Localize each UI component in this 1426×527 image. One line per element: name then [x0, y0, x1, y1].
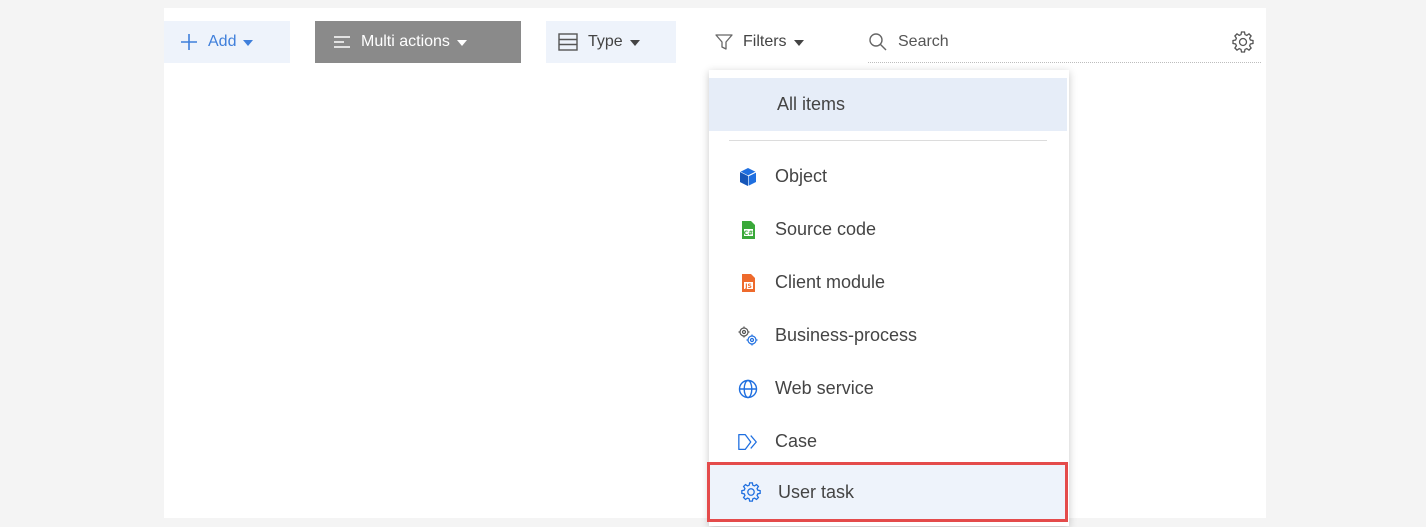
menu-item-label: Source code — [775, 219, 877, 239]
menu-item-label: Case — [775, 431, 818, 451]
multi-actions-button[interactable]: Multi actions — [315, 21, 521, 63]
menu-item-label: User task — [778, 481, 855, 502]
menu-item-case[interactable]: Case — [709, 415, 1067, 468]
search-box[interactable] — [868, 21, 1261, 63]
search-input[interactable] — [898, 32, 1198, 51]
add-button[interactable]: Add — [164, 21, 290, 63]
menu-item-label: Business-process — [775, 325, 918, 345]
settings-gear-icon[interactable] — [1230, 29, 1256, 55]
chevron-down-icon — [243, 40, 254, 46]
menu-item-object[interactable]: Object — [709, 150, 1067, 203]
add-button-label: Add — [208, 33, 237, 50]
cube-icon — [737, 166, 759, 188]
menu-item-source-code[interactable]: C# Source code — [709, 203, 1067, 256]
menu-item-label: Object — [775, 166, 828, 186]
list-icon — [558, 33, 578, 51]
menu-item-web-service[interactable]: Web service — [709, 362, 1067, 415]
funnel-icon — [715, 33, 733, 51]
type-dropdown-menu: All items Object C# Source code JS Clien… — [707, 70, 1069, 526]
type-button[interactable]: Type — [546, 21, 676, 63]
menu-item-label: Client module — [775, 272, 886, 292]
plus-icon — [180, 33, 198, 51]
menu-item-user-task[interactable]: User task — [707, 462, 1068, 522]
filters-button-label: Filters — [743, 33, 787, 50]
chevron-down-icon — [793, 40, 804, 46]
menu-item-all-items[interactable]: All items — [709, 78, 1067, 131]
filters-button[interactable]: Filters — [715, 21, 841, 63]
svg-text:C#: C# — [744, 230, 753, 237]
search-icon — [868, 32, 888, 52]
case-chevron-icon — [737, 431, 759, 453]
chevron-down-icon — [629, 40, 640, 46]
menu-item-business-process[interactable]: Business-process — [709, 309, 1067, 362]
menu-item-label: All items — [777, 94, 846, 114]
menu-lines-icon — [333, 35, 351, 49]
menu-divider — [729, 140, 1047, 141]
globe-icon — [737, 378, 759, 400]
toolbar: Add Multi actions Type Filters — [164, 21, 1266, 63]
csharp-file-icon: C# — [737, 219, 759, 241]
main-panel: Add Multi actions Type Filters Search Al… — [164, 8, 1266, 526]
type-button-label: Type — [588, 33, 623, 50]
js-file-icon: JS — [737, 272, 759, 294]
gears-icon — [737, 325, 759, 347]
multi-actions-label: Multi actions — [361, 33, 450, 50]
gear-icon — [740, 481, 762, 503]
chevron-down-icon — [456, 40, 467, 46]
svg-text:JS: JS — [744, 283, 752, 290]
menu-item-label: Web service — [775, 378, 874, 398]
menu-item-client-module[interactable]: JS Client module — [709, 256, 1067, 309]
